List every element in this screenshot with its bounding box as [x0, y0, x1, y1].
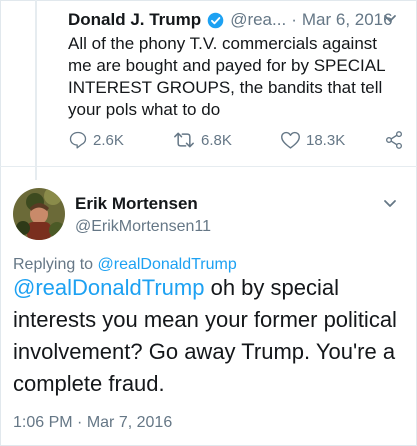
original-tweet-date[interactable]: Mar 6, 2016: [302, 10, 393, 30]
replying-to-link[interactable]: @realDonaldTrump: [98, 256, 237, 273]
mention-link[interactable]: @realDonaldTrump: [13, 275, 204, 300]
original-author-handle[interactable]: @rea...: [230, 10, 286, 30]
share-button[interactable]: [384, 130, 409, 150]
reply-author-handle[interactable]: @ErikMortensen11: [75, 218, 211, 236]
like-icon: [281, 131, 300, 149]
original-tweet-header: Donald J. Trump @rea... · Mar 6, 2016: [68, 10, 393, 30]
reply-icon: [69, 131, 87, 149]
reply-count: 2.6K: [93, 131, 124, 149]
share-icon: [386, 131, 402, 149]
original-author-name[interactable]: Donald J. Trump: [68, 10, 201, 30]
reply-button[interactable]: 2.6K: [68, 130, 124, 150]
tweet-actions: 2.6K 6.8K 18.3K: [68, 130, 408, 152]
retweet-count: 6.8K: [201, 131, 232, 149]
timestamp-separator: ·: [77, 414, 83, 431]
reply-author-name[interactable]: Erik Mortensen: [75, 194, 198, 214]
original-tweet-text: All of the phony T.V. commercials agains…: [68, 34, 385, 119]
thread-line: [35, 0, 37, 180]
replying-to-prefix: Replying to: [13, 256, 94, 273]
reply-tweet-text: @realDonaldTrump oh by special interests…: [13, 272, 408, 400]
like-count: 18.3K: [306, 131, 346, 149]
reply-date: Mar 7, 2016: [86, 414, 173, 431]
retweet-button[interactable]: 6.8K: [172, 130, 232, 150]
avatar[interactable]: [13, 188, 65, 240]
header-separator: ·: [291, 10, 297, 29]
chevron-down-icon[interactable]: [383, 14, 397, 24]
retweet-icon: [174, 132, 194, 148]
verified-badge-icon: [207, 12, 224, 28]
divider: [0, 166, 417, 167]
chevron-down-icon[interactable]: [383, 199, 397, 209]
like-button[interactable]: 18.3K: [280, 130, 345, 150]
reply-time: 1:06 PM: [13, 414, 73, 431]
reply-timestamp[interactable]: 1:06 PM · Mar 7, 2016: [13, 414, 172, 432]
